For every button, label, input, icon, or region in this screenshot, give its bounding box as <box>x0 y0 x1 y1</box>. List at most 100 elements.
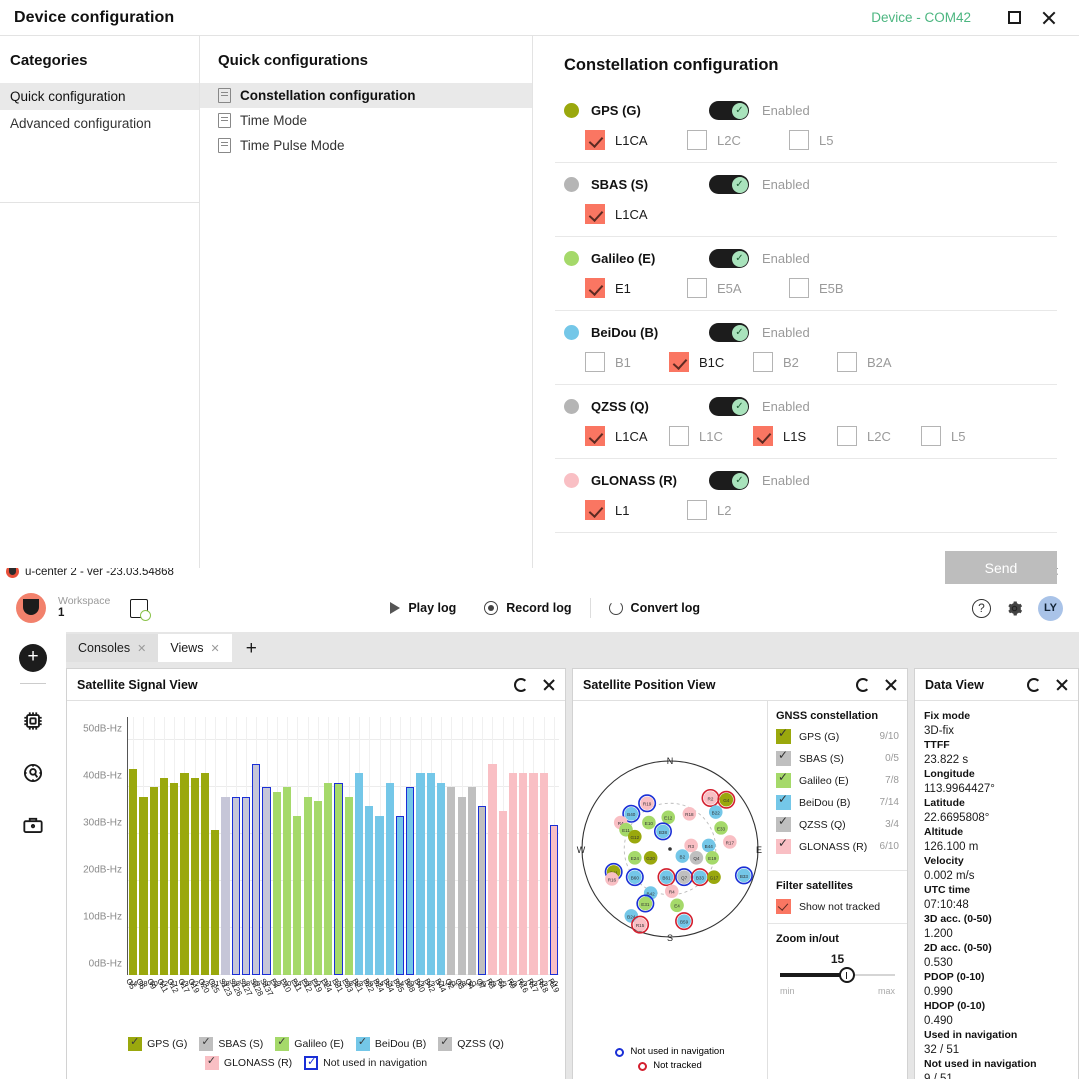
chart-bar-column[interactable]: 38 <box>241 717 251 975</box>
signal-checkbox[interactable] <box>585 204 605 224</box>
chart-bar-column[interactable]: 36 <box>364 717 374 975</box>
play-log-button[interactable]: Play log <box>376 601 470 615</box>
chart-bar-column[interactable]: 41 <box>323 717 333 975</box>
satellite-marker-R18[interactable]: R18 <box>683 807 697 821</box>
quick-config-item-1[interactable]: Time Mode <box>200 108 532 133</box>
chart-bar[interactable] <box>232 797 240 975</box>
chart-bar-column[interactable]: 41 <box>169 717 179 975</box>
chart-legend-item-6[interactable]: Not used in navigation <box>304 1056 427 1070</box>
chart-bar[interactable] <box>170 783 178 975</box>
chart-bar[interactable] <box>509 773 517 975</box>
chart-bar-column[interactable]: 40 <box>149 717 159 975</box>
chart-legend-item-5[interactable]: GLONASS (R) <box>205 1056 292 1070</box>
signal-checkbox[interactable] <box>837 352 857 372</box>
signal-checkbox[interactable] <box>789 130 809 150</box>
chart-bar-column[interactable]: 40 <box>467 717 477 975</box>
gnss-row-2[interactable]: Galileo (E)7/8 <box>776 773 899 788</box>
satellite-marker-B2[interactable]: B2 <box>676 849 690 863</box>
satellite-marker-B33[interactable]: B33 <box>736 867 752 883</box>
close-icon[interactable] <box>884 678 897 691</box>
satellite-marker-E19[interactable]: E19 <box>705 851 719 865</box>
chart-bar[interactable] <box>458 797 466 975</box>
satellite-marker-R15[interactable]: R15 <box>632 916 648 932</box>
chart-legend-item-1[interactable]: SBAS (S) <box>199 1037 263 1051</box>
chart-bar[interactable] <box>468 787 476 975</box>
signal-l1ca[interactable]: L1CA <box>585 204 687 224</box>
chart-bar[interactable] <box>416 773 424 975</box>
constellation-toggle[interactable] <box>709 323 749 342</box>
add-tab-button[interactable]: + <box>232 638 271 662</box>
gnss-checkbox[interactable] <box>776 773 791 788</box>
slider-handle[interactable] <box>839 967 855 983</box>
show-not-tracked-row[interactable]: Show not tracked <box>776 899 899 914</box>
satellite-marker-R2[interactable]: R2 <box>702 790 718 806</box>
close-icon[interactable] <box>1031 1 1065 35</box>
signal-l1s[interactable]: L1S <box>753 426 837 446</box>
signal-checkbox[interactable] <box>585 130 605 150</box>
gear-icon[interactable] <box>1005 599 1024 618</box>
gnss-checkbox[interactable] <box>776 795 791 810</box>
close-icon[interactable]: ✕ <box>137 642 146 655</box>
satellite-marker-B44[interactable]: B44 <box>702 839 716 853</box>
signal-e5a[interactable]: E5A <box>687 278 789 298</box>
chart-bar-column[interactable]: 31 <box>210 717 220 975</box>
chart-bar[interactable] <box>437 783 445 975</box>
satellite-marker-G12[interactable]: G12 <box>628 830 642 844</box>
signal-checkbox[interactable] <box>789 278 809 298</box>
constellation-toggle[interactable] <box>709 175 749 194</box>
chart-bar[interactable] <box>150 787 158 975</box>
signal-b1c[interactable]: B1C <box>669 352 753 372</box>
satellite-marker-G20[interactable]: G20 <box>644 851 658 865</box>
chart-bar-column[interactable]: 40 <box>261 717 271 975</box>
chart-bar[interactable] <box>406 787 414 975</box>
chart-bar-column[interactable]: 42 <box>190 717 200 975</box>
chart-bar-column[interactable]: 32 <box>549 717 559 975</box>
chart-bar-column[interactable]: 43 <box>415 717 425 975</box>
chart-bar[interactable] <box>499 811 507 975</box>
chart-bar[interactable] <box>283 787 291 975</box>
signal-checkbox[interactable] <box>585 500 605 520</box>
tab-consoles[interactable]: Consoles ✕ <box>66 634 158 662</box>
chart-bar-column[interactable]: 41 <box>333 717 343 975</box>
chart-legend-item-3[interactable]: BeiDou (B) <box>356 1037 426 1051</box>
quick-config-item-0[interactable]: Constellation configuration <box>200 83 532 108</box>
show-not-tracked-checkbox[interactable] <box>776 899 791 914</box>
legend-checkbox[interactable] <box>356 1037 370 1051</box>
chart-bar-column[interactable]: 35 <box>498 717 508 975</box>
chart-bar-column[interactable]: 38 <box>457 717 467 975</box>
chart-bar[interactable] <box>375 816 383 975</box>
constellation-toggle[interactable] <box>709 471 749 490</box>
signal-checkbox[interactable] <box>585 426 605 446</box>
chart-bar[interactable] <box>488 764 496 975</box>
signal-checkbox[interactable] <box>687 130 707 150</box>
signal-l5[interactable]: L5 <box>921 426 1005 446</box>
satellite-marker-E24[interactable]: E24 <box>628 851 642 865</box>
chart-bar-column[interactable]: 40 <box>405 717 415 975</box>
satellite-marker-E33[interactable]: E33 <box>714 821 728 835</box>
chart-bar-column[interactable]: 38 <box>220 717 230 975</box>
gauge-icon[interactable] <box>20 760 46 786</box>
chart-bar[interactable] <box>262 787 270 975</box>
maximize-icon[interactable] <box>997 1 1031 35</box>
chart-bar[interactable] <box>252 764 260 975</box>
chart-bar-column[interactable]: 43 <box>539 717 549 975</box>
chart-bar[interactable] <box>160 778 168 975</box>
record-log-button[interactable]: Record log <box>470 601 585 615</box>
chart-bar-column[interactable]: 38 <box>138 717 148 975</box>
chart-legend-item-4[interactable]: QZSS (Q) <box>438 1037 504 1051</box>
chart-bar-column[interactable]: 38 <box>303 717 313 975</box>
chart-bar-column[interactable]: 40 <box>446 717 456 975</box>
chart-bar[interactable] <box>355 773 363 975</box>
chart-bar[interactable] <box>221 797 229 975</box>
satellite-marker-E4[interactable]: E4 <box>670 899 684 913</box>
quick-config-item-2[interactable]: Time Pulse Mode <box>200 133 532 158</box>
skyplot[interactable]: NSEWB40R4E11G12R19E10E12B38R18R2G4B22E33… <box>573 701 767 1079</box>
refresh-icon[interactable] <box>856 678 870 692</box>
close-icon[interactable]: ✕ <box>210 642 219 655</box>
satellite-marker-B38[interactable]: B38 <box>655 823 671 839</box>
gnss-checkbox[interactable] <box>776 817 791 832</box>
gnss-row-0[interactable]: GPS (G)9/10 <box>776 729 899 744</box>
chart-bar[interactable] <box>334 783 342 975</box>
chart-bar-column[interactable]: 36 <box>477 717 487 975</box>
refresh-icon[interactable] <box>514 678 528 692</box>
